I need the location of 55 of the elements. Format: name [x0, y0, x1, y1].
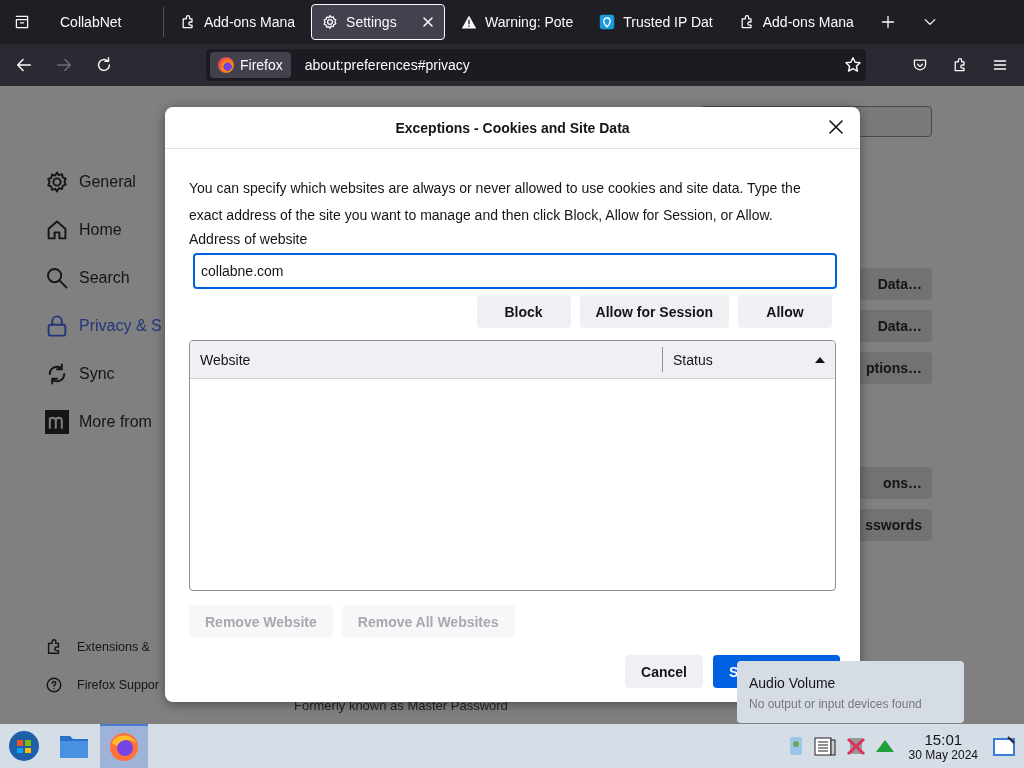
muted-speaker-icon[interactable]	[844, 735, 867, 757]
puzzle-icon	[180, 14, 196, 30]
puzzle-icon	[952, 57, 968, 73]
action-button[interactable]: Allow for Session	[579, 295, 729, 328]
warning-icon	[461, 14, 478, 30]
close-tab-icon[interactable]	[422, 16, 435, 28]
dialog-description: You can specify which websites are always or never allowed to use cookies and site data. Type the exact address of the site you want to manage and then click Block, Allow for Session, or Allow.	[189, 179, 802, 225]
browser-tab[interactable]: CollabNet	[46, 7, 164, 37]
m-logo-icon	[45, 410, 69, 434]
column-header[interactable]: Website	[190, 347, 663, 372]
settings-icon	[45, 170, 69, 194]
action-button[interactable]: Block	[476, 295, 571, 328]
sidebar-link[interactable]: Firefox Suppor	[45, 666, 260, 704]
home-icon	[45, 218, 69, 242]
browser-tab[interactable]: Trusted IP Dat	[589, 4, 723, 40]
tooltip-text: No output or input devices found	[749, 697, 922, 711]
folder-icon	[59, 733, 89, 759]
column-header[interactable]: Status	[663, 341, 835, 378]
browser-tab[interactable]: Warning: Pote	[451, 4, 584, 40]
lock-icon	[45, 314, 69, 338]
back-arrow-icon	[15, 56, 33, 74]
action-button[interactable]: Allow	[738, 295, 832, 328]
pocket-icon	[912, 57, 928, 73]
settings-icon	[322, 14, 339, 30]
dialog-title: Exceptions - Cookies and Site Data	[395, 119, 630, 136]
url-text: about:preferences#privacy	[304, 57, 471, 73]
sidebar-item[interactable]: More from	[45, 398, 260, 446]
menu-icon	[992, 57, 1008, 73]
firefox-icon	[108, 731, 140, 763]
browser-tab[interactable]: Settings	[311, 4, 446, 40]
clock-date: 30 May 2024	[908, 748, 978, 761]
cancel-button[interactable]: Cancel	[625, 655, 703, 688]
star-icon[interactable]	[844, 56, 862, 74]
search-icon	[45, 266, 69, 290]
address-bar[interactable]: Firefox about:preferences#privacy	[206, 49, 866, 81]
help-icon	[45, 676, 63, 694]
pin-icon	[599, 14, 616, 30]
reload-icon	[95, 56, 113, 74]
show-desktop-icon[interactable]	[992, 735, 1016, 757]
browser-tab[interactable]: Add-ons Mana	[728, 4, 864, 40]
clock-time: 15:01	[924, 731, 963, 747]
firefox-logo-icon	[218, 57, 234, 73]
field-label: Address of website	[189, 231, 309, 247]
forward-arrow-icon	[55, 56, 73, 74]
identity-button[interactable]: Firefox	[210, 52, 291, 78]
browser-tab[interactable]: Add-ons Mana	[170, 4, 306, 40]
close-icon	[828, 119, 844, 135]
clipboard-icon[interactable]	[812, 735, 837, 757]
hint-text: Formerly known as Master Password	[294, 698, 508, 713]
tray-icon	[14, 14, 30, 30]
start-orb-icon	[8, 730, 40, 762]
address-input[interactable]: collabne.com	[193, 253, 837, 289]
plus-icon	[879, 14, 896, 30]
tooltip-title: Audio Volume	[749, 675, 836, 691]
taskbar-app[interactable]	[100, 724, 148, 768]
